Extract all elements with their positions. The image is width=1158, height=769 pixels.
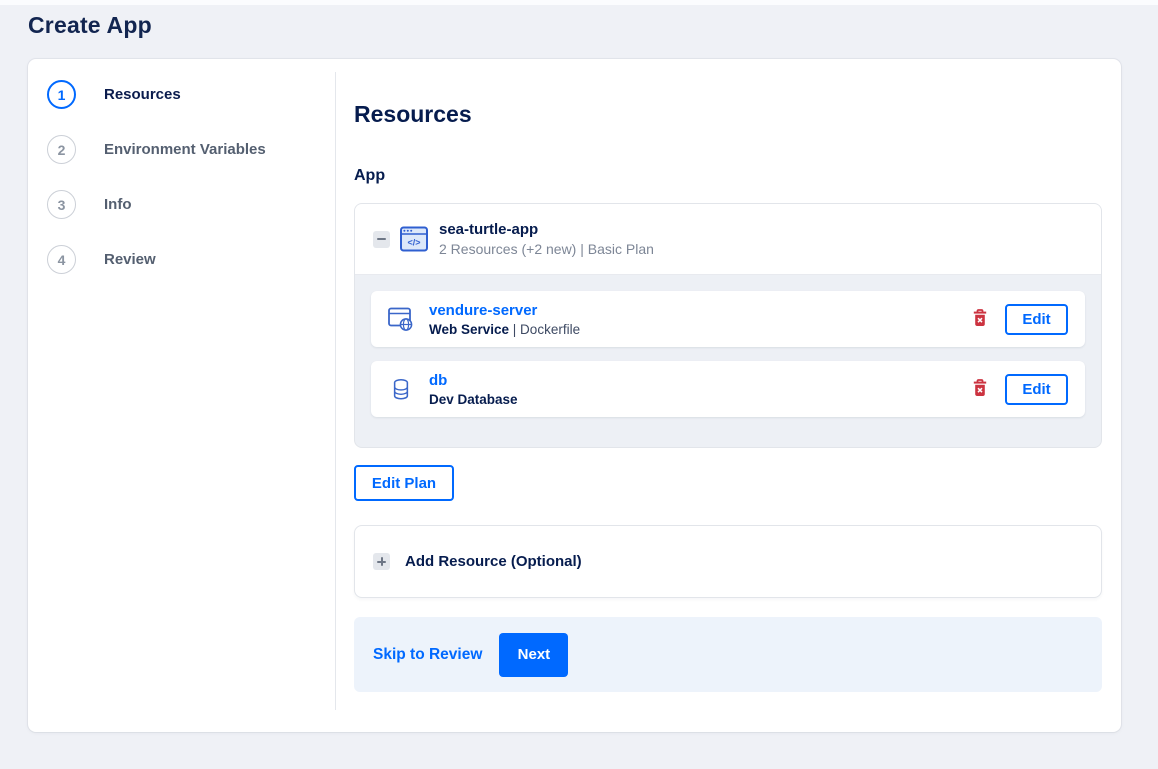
wizard-steps: 1 Resources 2 Environment Variables 3 In… (28, 59, 335, 300)
add-resource-label: Add Resource (Optional) (405, 553, 582, 570)
resource-row-database: db Dev Database Edit (371, 361, 1085, 417)
app-summary: 2 Resources (+2 new) | Basic Plan (439, 241, 654, 257)
resource-name-link[interactable]: db (429, 372, 518, 389)
resource-type: Dev Database (429, 392, 518, 407)
step-label: Info (104, 196, 132, 213)
wizard-footer: Skip to Review Next (354, 617, 1102, 692)
svg-text:</>: </> (407, 238, 420, 248)
trash-icon (972, 378, 988, 400)
edit-plan-button[interactable]: Edit Plan (354, 465, 454, 501)
panel-heading: Resources (354, 101, 472, 127)
resource-row-web-service: vendure-server Web Service | Dockerfile (371, 291, 1085, 347)
app-group-header: </> sea-turtle-app 2 Resources (+2 new) … (355, 204, 1101, 275)
app-window-code-icon: </> (399, 225, 429, 253)
add-resource-section[interactable]: Add Resource (Optional) (354, 525, 1102, 598)
step-label: Resources (104, 86, 181, 103)
step-resources[interactable]: 1 Resources (47, 80, 335, 109)
resource-type: Web Service | Dockerfile (429, 322, 580, 337)
step-number-badge: 1 (47, 80, 76, 109)
resource-text: db Dev Database (429, 372, 518, 407)
step-review[interactable]: 4 Review (47, 245, 335, 274)
trash-icon (972, 308, 988, 330)
create-app-card: 1 Resources 2 Environment Variables 3 In… (28, 59, 1121, 732)
delete-resource-button[interactable] (970, 307, 990, 332)
plus-icon (377, 557, 386, 566)
app-resources-list: vendure-server Web Service | Dockerfile (355, 275, 1101, 447)
edit-resource-button[interactable]: Edit (1005, 373, 1068, 405)
expand-add-resource-button[interactable] (373, 553, 390, 570)
app-group-card: </> sea-turtle-app 2 Resources (+2 new) … (354, 203, 1102, 448)
skip-to-review-link[interactable]: Skip to Review (373, 646, 482, 664)
page-title: Create App (28, 12, 152, 38)
step-environment-variables[interactable]: 2 Environment Variables (47, 135, 335, 164)
collapse-app-button[interactable] (373, 230, 390, 248)
resource-type-kind: Dev Database (429, 391, 518, 407)
row-actions: Edit (970, 373, 1068, 405)
delete-resource-button[interactable] (970, 377, 990, 402)
row-actions: Edit (970, 303, 1068, 335)
resource-name-link[interactable]: vendure-server (429, 302, 580, 319)
step-label: Environment Variables (104, 141, 266, 158)
step-info[interactable]: 3 Info (47, 190, 335, 219)
app-name: sea-turtle-app (439, 221, 539, 238)
top-edge-strip (0, 0, 1158, 5)
step-label: Review (104, 251, 156, 268)
step-number-badge: 4 (47, 245, 76, 274)
web-service-globe-icon (387, 307, 415, 332)
next-button[interactable]: Next (499, 632, 569, 677)
resource-text: vendure-server Web Service | Dockerfile (429, 302, 580, 337)
app-titles: sea-turtle-app 2 Resources (+2 new) | Ba… (439, 221, 654, 257)
database-icon (387, 376, 415, 402)
app-section-label: App (354, 167, 386, 184)
edit-resource-button[interactable]: Edit (1005, 303, 1068, 335)
minus-icon (377, 238, 386, 240)
resource-type-source: | Dockerfile (509, 321, 581, 337)
resource-type-kind: Web Service (429, 321, 510, 337)
resources-panel: Resources App </> sea-turtle-app 2 Resou… (335, 59, 1121, 692)
step-number-badge: 2 (47, 135, 76, 164)
step-number-badge: 3 (47, 190, 76, 219)
